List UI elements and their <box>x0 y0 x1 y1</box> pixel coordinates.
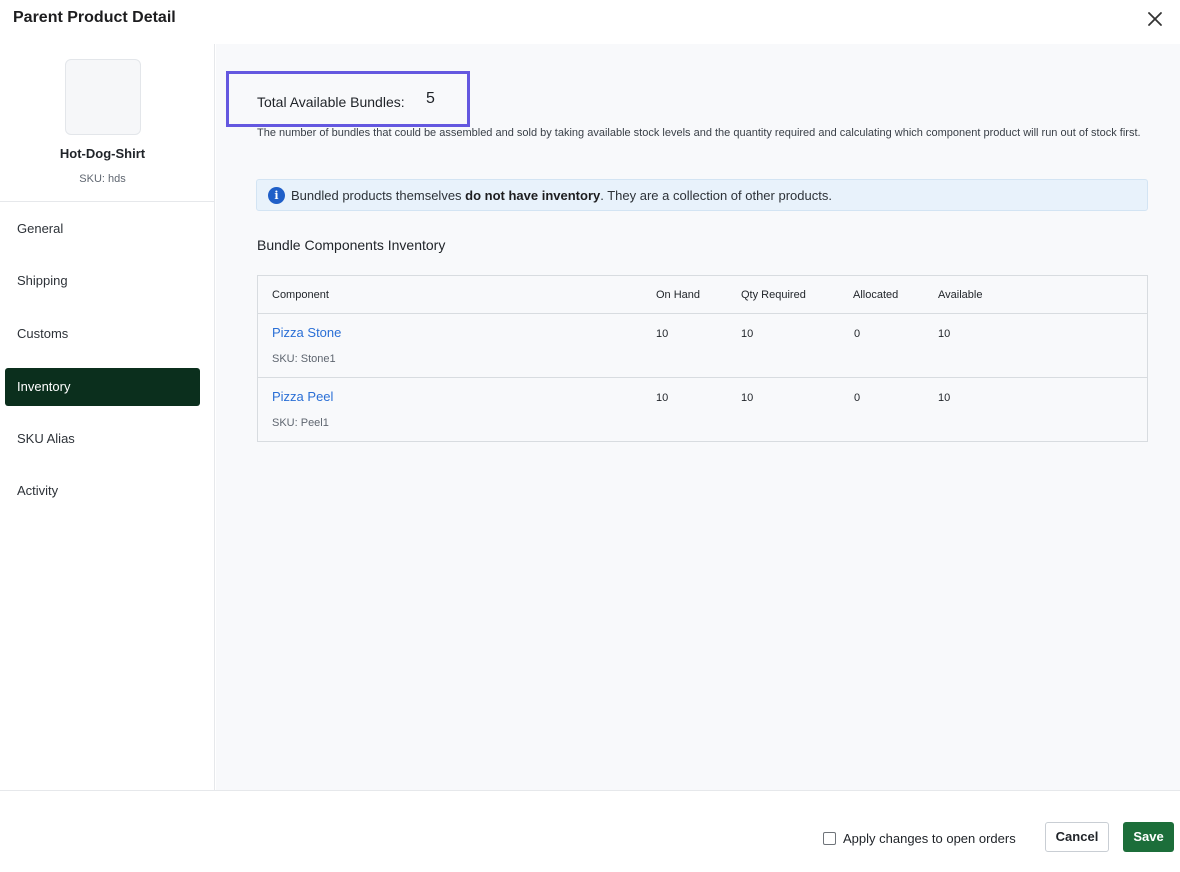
sidebar: Hot-Dog-Shirt SKU: hds General Shipping … <box>0 44 215 790</box>
apply-changes-label[interactable]: Apply changes to open orders <box>843 831 1016 846</box>
cell-available: 10 <box>938 328 951 340</box>
column-header-allocated: Allocated <box>853 289 899 301</box>
cancel-button[interactable]: Cancel <box>1045 822 1109 852</box>
cell-qty-required: 10 <box>741 392 754 404</box>
sidebar-divider <box>0 201 214 202</box>
sidebar-item-customs[interactable]: Customs <box>5 315 200 353</box>
section-title: Bundle Components Inventory <box>257 237 446 253</box>
component-sku: SKU: Peel1 <box>272 417 329 429</box>
total-bundles-value: 5 <box>426 90 435 107</box>
table-header: Component On Hand Qty Required Allocated… <box>258 276 1147 314</box>
product-name: Hot-Dog-Shirt <box>59 146 146 161</box>
info-text-prefix: Bundled products themselves <box>291 188 466 203</box>
info-text-bold: do not have inventory <box>465 188 601 203</box>
cell-allocated: 0 <box>854 392 861 404</box>
product-image-placeholder <box>65 59 141 135</box>
column-header-component: Component <box>272 289 329 301</box>
component-sku: SKU: Stone1 <box>272 353 336 365</box>
product-sku: SKU: hds <box>79 173 126 185</box>
apply-changes-checkbox[interactable] <box>823 832 836 845</box>
column-header-on-hand: On Hand <box>656 289 701 301</box>
sidebar-item-activity[interactable]: Activity <box>5 472 200 510</box>
info-banner: i Bundled products themselves do not hav… <box>256 179 1148 211</box>
cell-available: 10 <box>938 392 951 404</box>
inventory-panel: Total Available Bundles: 5 The number of… <box>216 44 1180 790</box>
info-text-suffix: . They are a collection of other product… <box>600 188 832 203</box>
cell-on-hand: 10 <box>656 328 669 340</box>
total-bundles-label: Total Available Bundles: <box>257 94 405 110</box>
sidebar-item-sku-alias[interactable]: SKU Alias <box>5 420 200 458</box>
sidebar-item-inventory[interactable]: Inventory <box>5 368 200 406</box>
info-text: Bundled products themselves do not have … <box>291 188 832 203</box>
component-link[interactable]: Pizza Peel <box>272 389 333 404</box>
table-row: Pizza Peel SKU: Peel1 10 10 0 10 <box>258 378 1147 442</box>
close-icon[interactable] <box>1143 7 1167 31</box>
column-header-qty-required: Qty Required <box>741 289 806 301</box>
save-button[interactable]: Save <box>1123 822 1174 852</box>
info-icon: i <box>268 187 285 204</box>
bundles-description: The number of bundles that could be asse… <box>257 127 1141 139</box>
sidebar-item-general[interactable]: General <box>5 210 200 248</box>
components-table: Component On Hand Qty Required Allocated… <box>257 275 1148 442</box>
component-link[interactable]: Pizza Stone <box>272 325 341 340</box>
cell-allocated: 0 <box>854 328 861 340</box>
column-header-available: Available <box>938 289 983 301</box>
cell-qty-required: 10 <box>741 328 754 340</box>
table-row: Pizza Stone SKU: Stone1 10 10 0 10 <box>258 314 1147 378</box>
dialog-footer: Apply changes to open orders Cancel Save <box>0 790 1180 872</box>
dialog-header: Parent Product Detail <box>0 0 1180 44</box>
dialog-title: Parent Product Detail <box>13 9 176 26</box>
sidebar-item-shipping[interactable]: Shipping <box>5 262 200 300</box>
cell-on-hand: 10 <box>656 392 669 404</box>
